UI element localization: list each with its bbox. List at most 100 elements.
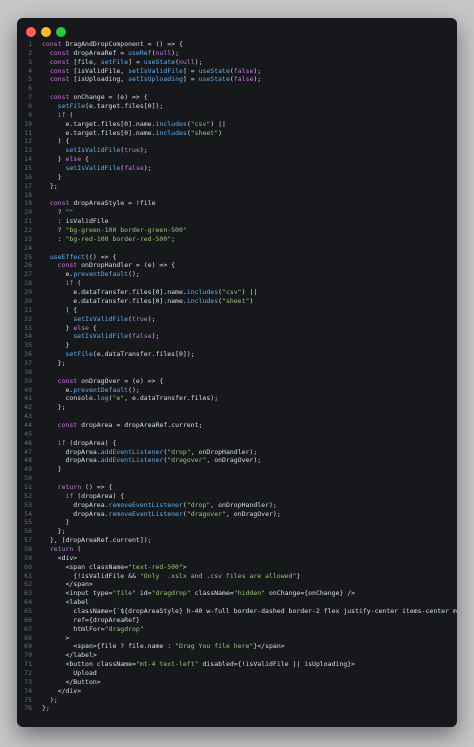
code-editor: 1 const DragAndDropComponent = () => {2 c… — [17, 40, 457, 713]
line-number: 40 — [24, 385, 32, 394]
line-text: e.preventDefault(); — [42, 270, 140, 279]
code-line: 31 ) { — [17, 306, 457, 315]
line-text: const dropAreaStyle = !file — [49, 199, 156, 208]
line-number: 1 — [28, 40, 32, 48]
minimize-dot[interactable] — [41, 27, 51, 37]
line-number: 6 — [28, 84, 32, 93]
line-text: htmlFor="dragdrop" — [42, 624, 144, 633]
code-line: 71 <button className="mt-4 text-left" di… — [17, 660, 457, 669]
line-number: 24 — [24, 243, 32, 252]
line-text: if (dropArea) { — [57, 438, 117, 447]
line-number: 67 — [24, 624, 32, 633]
code-line: 67 htmlFor="dragdrop" — [17, 625, 457, 634]
line-text: const onChange = (e) => { — [49, 93, 148, 102]
code-line: 21 : isValidFile — [17, 217, 457, 226]
code-line: 28 if ( — [17, 279, 457, 288]
code-line: 54 dropArea.removeEventListener("dragove… — [17, 510, 457, 519]
code-line: 39 const onDragOver = (e) => { — [17, 377, 457, 386]
line-text: className={`${dropAreaStyle} h-40 w-full… — [42, 607, 457, 615]
code-line: 10 e.target.files[0].name.includes("csv"… — [17, 120, 457, 129]
code-line: 37 }; — [17, 359, 457, 368]
code-line: 7 const onChange = (e) => { — [17, 93, 457, 102]
line-number: 51 — [24, 482, 32, 491]
line-number: 9 — [28, 110, 32, 119]
line-text: setFile(e.target.files[0]); — [57, 102, 164, 111]
line-number: 69 — [24, 642, 32, 651]
line-text: const dropArea = dropAreaRef.current; — [57, 420, 203, 429]
line-text: ? "bg-green-100 border-green-500" — [42, 226, 187, 235]
line-number: 19 — [24, 199, 32, 208]
line-text: dropArea.addEventListener("drop", onDrop… — [42, 447, 258, 456]
code-line: 42 }; — [17, 403, 457, 412]
line-number: 22 — [24, 226, 32, 235]
line-number: 70 — [24, 651, 32, 660]
code-line: 38 — [17, 368, 457, 377]
line-number: 65 — [24, 607, 32, 615]
code-line: 69 <span>{file ? file.name : "Drag You f… — [17, 642, 457, 651]
line-number: 26 — [24, 261, 32, 270]
code-line: 35 } — [17, 341, 457, 350]
line-number: 36 — [24, 350, 32, 359]
zoom-dot[interactable] — [56, 27, 66, 37]
line-text: } — [42, 518, 70, 527]
code-line: 65 className={`${dropAreaStyle} h-40 w-f… — [17, 607, 457, 616]
code-line: 46 if (dropArea) { — [17, 439, 457, 448]
line-number: 29 — [24, 288, 32, 297]
line-text: e.target.files[0].name.includes("csv") |… — [42, 119, 226, 128]
close-dot[interactable] — [26, 27, 36, 37]
line-text: ); — [42, 695, 58, 704]
code-line: 22 ? "bg-green-100 border-green-500" — [17, 226, 457, 235]
line-text: <span className="text-red-500"> — [42, 562, 187, 571]
code-line: 55 } — [17, 518, 457, 527]
code-line: 44 const dropArea = dropAreaRef.current; — [17, 421, 457, 430]
line-number: 8 — [28, 102, 32, 111]
line-text: </Button> — [42, 677, 101, 686]
line-number: 62 — [24, 580, 32, 589]
line-text: ref={dropAreaRef} — [42, 615, 140, 624]
line-number: 42 — [24, 403, 32, 412]
line-text: ? "" — [42, 208, 74, 217]
line-text: </span> — [42, 580, 93, 589]
code-line: 59 <div> — [17, 554, 457, 563]
code-line: 47 dropArea.addEventListener("drop", onD… — [17, 448, 457, 457]
code-line: 32 setIsValidFile(true); — [17, 315, 457, 324]
code-line: 74 </div> — [17, 687, 457, 696]
line-number: 52 — [24, 491, 32, 500]
line-text: setIsValidFile(false); — [65, 164, 152, 173]
line-text: <button className="mt-4 text-left" disab… — [42, 660, 356, 669]
line-number: 28 — [24, 279, 32, 288]
code-line: 23 : "bg-red-100 border-red-500"; — [17, 235, 457, 244]
line-number: 63 — [24, 589, 32, 598]
code-line: 57 }, [dropAreaRef.current]); — [17, 536, 457, 545]
line-number: 31 — [24, 305, 32, 314]
code-line: 8 setFile(e.target.files[0]); — [17, 102, 457, 111]
line-number: 55 — [24, 518, 32, 527]
code-line: 29 e.dataTransfer.files[0].name.includes… — [17, 288, 457, 297]
line-number: 16 — [24, 172, 32, 181]
line-text: : "bg-red-100 border-red-500"; — [42, 234, 176, 243]
line-text: > — [42, 633, 70, 642]
code-window: 1 const DragAndDropComponent = () => {2 c… — [17, 18, 457, 727]
line-text: console.log("e", e.dataTransfer.files); — [42, 394, 219, 403]
code-line: 64 <label — [17, 598, 457, 607]
code-line: 15 setIsValidFile(false); — [17, 164, 457, 173]
code-line: 72 Upload — [17, 669, 457, 678]
line-number: 33 — [24, 323, 32, 332]
line-number: 27 — [24, 270, 32, 279]
line-text: setIsValidFile(false); — [73, 332, 160, 341]
code-line: 13 setIsValidFile(true); — [17, 146, 457, 155]
line-text: } — [42, 172, 62, 181]
line-text: if (dropArea) { — [65, 491, 125, 500]
line-number: 49 — [24, 465, 32, 474]
code-line: 1 const DragAndDropComponent = () => { — [17, 40, 457, 49]
line-text: ) { — [42, 137, 70, 146]
line-text: e.dataTransfer.files[0].name.includes("c… — [42, 288, 258, 297]
line-text: } else { — [42, 155, 89, 164]
line-text: e.preventDefault(); — [42, 385, 140, 394]
line-text: if ( — [65, 279, 82, 288]
line-number: 35 — [24, 341, 32, 350]
code-line: 17 }; — [17, 182, 457, 191]
line-number: 15 — [24, 164, 32, 173]
line-number: 74 — [24, 686, 32, 695]
line-number: 3 — [28, 57, 32, 66]
